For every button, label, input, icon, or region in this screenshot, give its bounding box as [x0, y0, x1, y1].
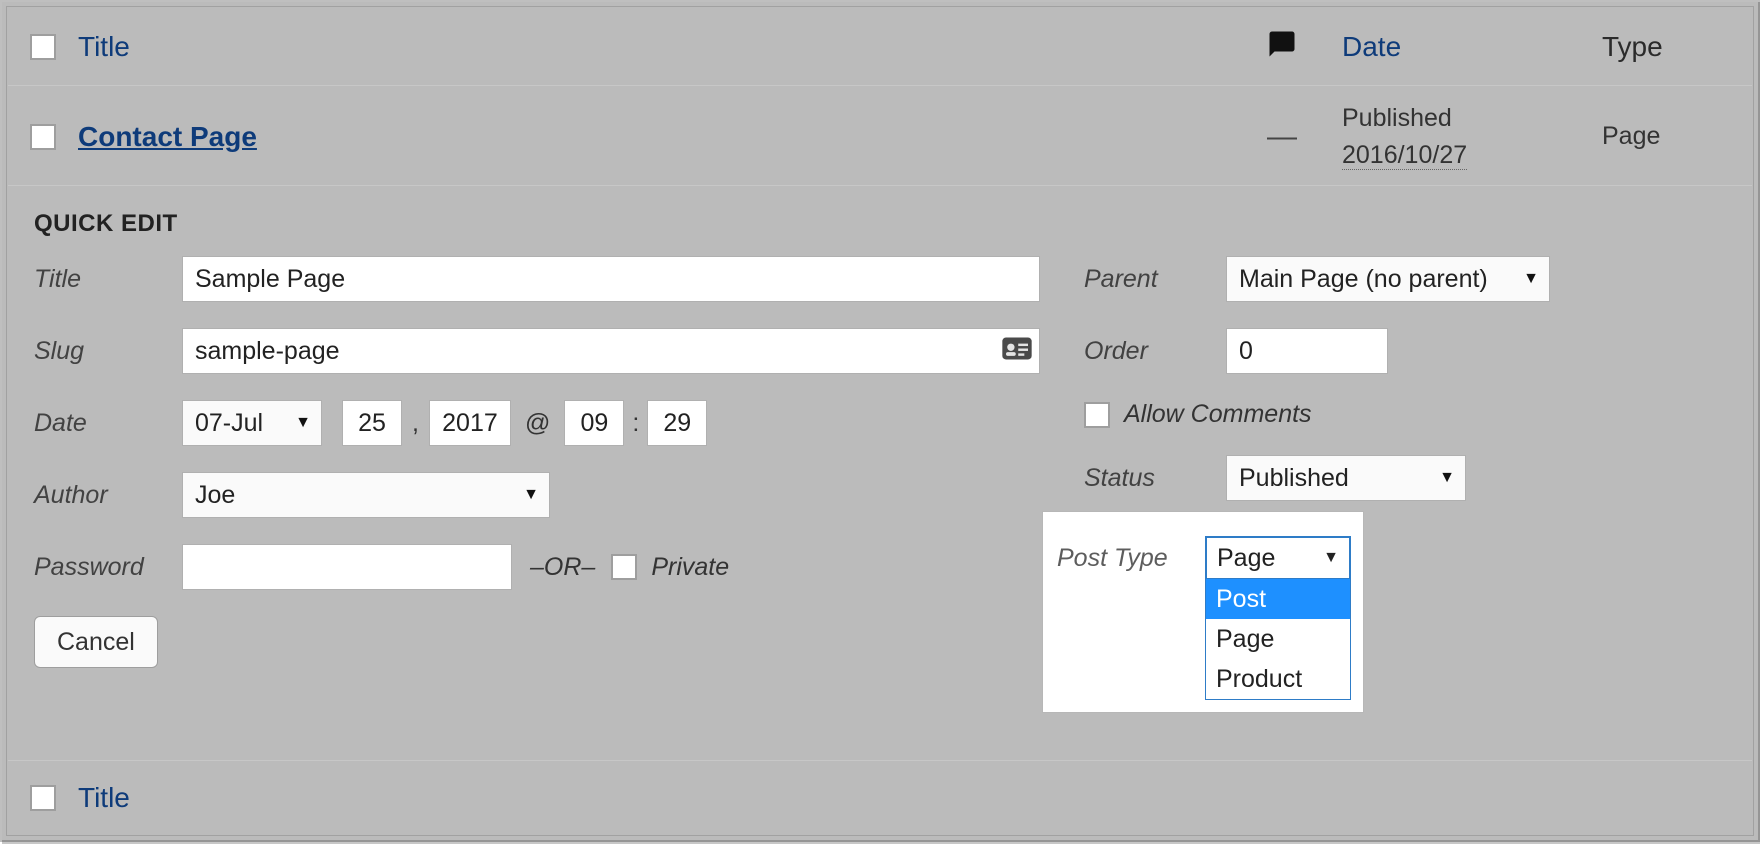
column-type: Type: [1602, 31, 1663, 62]
cancel-button[interactable]: Cancel: [34, 616, 158, 668]
quick-edit-heading: QUICK EDIT: [34, 210, 1726, 238]
colon-sep: :: [632, 409, 639, 438]
private-checkbox[interactable]: [611, 554, 637, 580]
parent-value: Main Page (no parent): [1239, 265, 1488, 294]
post-type-label: Post Type: [1057, 536, 1205, 573]
post-type-listbox[interactable]: Post Page Product: [1205, 578, 1351, 700]
private-label: Private: [651, 553, 729, 582]
post-type-selected: Page: [1217, 544, 1275, 573]
column-date[interactable]: Date: [1342, 31, 1401, 62]
row-type: Page: [1602, 122, 1660, 150]
status-select[interactable]: Published▼: [1226, 455, 1466, 501]
allow-comments-checkbox[interactable]: [1084, 402, 1110, 428]
minute-input[interactable]: [647, 400, 707, 446]
post-type-option-page[interactable]: Page: [1206, 619, 1350, 659]
month-select[interactable]: 07-Jul▼: [182, 400, 322, 446]
footer-column-title[interactable]: Title: [78, 782, 130, 813]
select-all-checkbox[interactable]: [30, 34, 56, 60]
slug-label: Slug: [34, 337, 182, 366]
or-sep: –OR–: [530, 553, 595, 582]
table-footer: Title: [8, 760, 1752, 834]
allow-comments-label: Allow Comments: [1124, 400, 1312, 429]
comma-sep: ,: [412, 409, 419, 438]
slug-input[interactable]: [182, 328, 1040, 374]
id-card-icon: [1002, 338, 1032, 365]
date-label: Date: [34, 409, 182, 438]
status-label: Status: [1084, 464, 1226, 493]
order-input[interactable]: [1226, 328, 1388, 374]
select-all-checkbox-footer[interactable]: [30, 785, 56, 811]
parent-select[interactable]: Main Page (no parent)▼: [1226, 256, 1550, 302]
status-value: Published: [1239, 464, 1349, 493]
at-sep: @: [525, 409, 550, 438]
row-pub-date: 2016/10/27: [1342, 141, 1467, 170]
row-title-link[interactable]: Contact Page: [78, 121, 257, 152]
day-input[interactable]: [342, 400, 402, 446]
row-comments-dash: —: [1267, 120, 1297, 154]
post-type-option-product[interactable]: Product: [1206, 659, 1350, 699]
comments-icon[interactable]: [1265, 29, 1299, 64]
author-label: Author: [34, 481, 182, 510]
year-input[interactable]: [429, 400, 511, 446]
row-checkbox[interactable]: [30, 124, 56, 150]
title-label: Title: [34, 265, 182, 294]
quick-edit-panel: QUICK EDIT Title Slug: [8, 188, 1752, 758]
author-value: Joe: [195, 481, 235, 510]
order-label: Order: [1084, 337, 1226, 366]
table-row: Contact Page — Published 2016/10/27 Page: [8, 88, 1752, 186]
title-input[interactable]: [182, 256, 1040, 302]
post-type-select[interactable]: Page ▼: [1205, 536, 1351, 580]
row-pub-status: Published: [1342, 100, 1602, 136]
parent-label: Parent: [1084, 265, 1226, 294]
author-select[interactable]: Joe▼: [182, 472, 550, 518]
post-type-option-post[interactable]: Post: [1206, 579, 1350, 619]
password-input[interactable]: [182, 544, 512, 590]
password-label: Password: [34, 553, 182, 582]
post-type-panel: Post Type Page ▼ Post Page Product: [1043, 512, 1363, 712]
hour-input[interactable]: [564, 400, 624, 446]
chevron-down-icon: ▼: [1323, 549, 1339, 567]
month-value: 07-Jul: [195, 409, 263, 438]
table-header: Title Date Type: [8, 8, 1752, 86]
column-title[interactable]: Title: [78, 31, 130, 62]
